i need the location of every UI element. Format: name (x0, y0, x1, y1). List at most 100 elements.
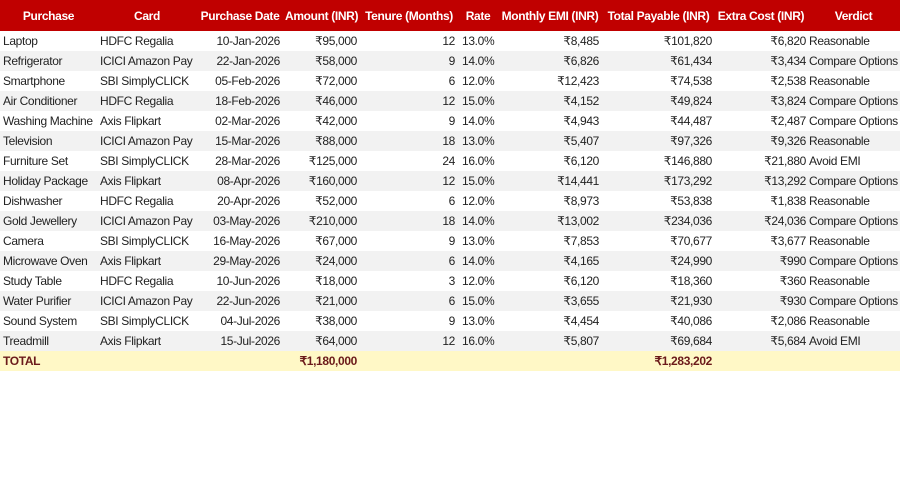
cell-total-payable[interactable]: ₹70,677 (602, 231, 715, 251)
header-verdict[interactable]: Verdict (807, 0, 900, 31)
cell-purchase-date[interactable]: 10-Jan-2026 (197, 31, 283, 51)
cell-amount[interactable]: ₹67,000 (283, 231, 360, 251)
cell-extra-cost[interactable]: ₹6,820 (715, 31, 807, 51)
cell-extra-cost[interactable]: ₹2,086 (715, 311, 807, 331)
cell-monthly-emi[interactable]: ₹8,485 (498, 31, 602, 51)
cell-card[interactable]: ICICI Amazon Pay (97, 291, 197, 311)
cell-tenure[interactable]: 6 (360, 291, 458, 311)
cell-verdict[interactable]: Reasonable (807, 131, 900, 151)
cell-purchase-date[interactable]: 20-Apr-2026 (197, 191, 283, 211)
cell-extra-cost[interactable]: ₹5,684 (715, 331, 807, 351)
total-empty-cell[interactable] (197, 351, 283, 371)
cell-purchase-date[interactable]: 22-Jan-2026 (197, 51, 283, 71)
cell-purchase-date[interactable]: 04-Jul-2026 (197, 311, 283, 331)
table-row[interactable]: Washing Machine Axis Flipkart 02-Mar-2026 ₹… (0, 111, 900, 131)
cell-extra-cost[interactable]: ₹24,036 (715, 211, 807, 231)
cell-monthly-emi[interactable]: ₹3,655 (498, 291, 602, 311)
cell-purchase[interactable]: Television (0, 131, 97, 151)
total-empty-cell[interactable] (498, 351, 602, 371)
table-row[interactable]: Smartphone SBI SimplyCLICK 05-Feb-2026 ₹72,… (0, 71, 900, 91)
cell-extra-cost[interactable]: ₹9,326 (715, 131, 807, 151)
cell-total-payable[interactable]: ₹146,880 (602, 151, 715, 171)
cell-amount[interactable]: ₹160,000 (283, 171, 360, 191)
cell-purchase[interactable]: Camera (0, 231, 97, 251)
cell-total-payable[interactable]: ₹40,086 (602, 311, 715, 331)
cell-total-payable[interactable]: ₹44,487 (602, 111, 715, 131)
cell-monthly-emi[interactable]: ₹4,943 (498, 111, 602, 131)
cell-purchase-date[interactable]: 10-Jun-2026 (197, 271, 283, 291)
cell-total-payable[interactable]: ₹18,360 (602, 271, 715, 291)
total-empty-cell[interactable] (458, 351, 498, 371)
cell-verdict[interactable]: Reasonable (807, 71, 900, 91)
cell-rate[interactable]: 15.0% (458, 291, 498, 311)
cell-tenure[interactable]: 12 (360, 171, 458, 191)
cell-card[interactable]: ICICI Amazon Pay (97, 131, 197, 151)
cell-total-payable[interactable]: ₹61,434 (602, 51, 715, 71)
cell-card[interactable]: Axis Flipkart (97, 251, 197, 271)
cell-amount[interactable]: ₹72,000 (283, 71, 360, 91)
cell-amount[interactable]: ₹125,000 (283, 151, 360, 171)
cell-purchase-date[interactable]: 02-Mar-2026 (197, 111, 283, 131)
cell-tenure[interactable]: 6 (360, 191, 458, 211)
total-empty-cell[interactable] (97, 351, 197, 371)
cell-rate[interactable]: 12.0% (458, 191, 498, 211)
table-row[interactable]: Water Purifier ICICI Amazon Pay 22-Jun-202… (0, 291, 900, 311)
cell-extra-cost[interactable]: ₹360 (715, 271, 807, 291)
header-amount[interactable]: Amount (INR) (283, 0, 360, 31)
cell-monthly-emi[interactable]: ₹5,407 (498, 131, 602, 151)
cell-amount[interactable]: ₹210,000 (283, 211, 360, 231)
cell-rate[interactable]: 12.0% (458, 71, 498, 91)
cell-purchase[interactable]: Holiday Package (0, 171, 97, 191)
cell-amount[interactable]: ₹24,000 (283, 251, 360, 271)
total-empty-cell[interactable] (715, 351, 807, 371)
table-row[interactable]: Air Conditioner HDFC Regalia 18-Feb-2026 ₹4… (0, 91, 900, 111)
cell-total-payable[interactable]: ₹53,838 (602, 191, 715, 211)
cell-amount[interactable]: ₹42,000 (283, 111, 360, 131)
cell-rate[interactable]: 13.0% (458, 231, 498, 251)
cell-verdict[interactable]: Compare Options (807, 211, 900, 231)
cell-card[interactable]: HDFC Regalia (97, 271, 197, 291)
cell-monthly-emi[interactable]: ₹14,441 (498, 171, 602, 191)
cell-tenure[interactable]: 9 (360, 111, 458, 131)
cell-purchase[interactable]: Treadmill (0, 331, 97, 351)
header-extra-cost[interactable]: Extra Cost (INR) (715, 0, 807, 31)
cell-purchase[interactable]: Smartphone (0, 71, 97, 91)
cell-amount[interactable]: ₹21,000 (283, 291, 360, 311)
cell-purchase[interactable]: Dishwasher (0, 191, 97, 211)
header-monthly-emi[interactable]: Monthly EMI (INR) (498, 0, 602, 31)
table-row[interactable]: Study Table HDFC Regalia 10-Jun-2026 ₹18,00… (0, 271, 900, 291)
cell-extra-cost[interactable]: ₹21,880 (715, 151, 807, 171)
table-row[interactable]: Treadmill Axis Flipkart 15-Jul-2026 ₹64,000… (0, 331, 900, 351)
cell-purchase[interactable]: Laptop (0, 31, 97, 51)
cell-amount[interactable]: ₹18,000 (283, 271, 360, 291)
cell-purchase-date[interactable]: 05-Feb-2026 (197, 71, 283, 91)
cell-extra-cost[interactable]: ₹1,838 (715, 191, 807, 211)
cell-total-payable[interactable]: ₹21,930 (602, 291, 715, 311)
cell-extra-cost[interactable]: ₹990 (715, 251, 807, 271)
table-row[interactable]: Gold Jewellery ICICI Amazon Pay 03-May-202… (0, 211, 900, 231)
cell-monthly-emi[interactable]: ₹4,152 (498, 91, 602, 111)
cell-verdict[interactable]: Compare Options (807, 251, 900, 271)
table-row[interactable]: Holiday Package Axis Flipkart 08-Apr-2026 ₹… (0, 171, 900, 191)
cell-extra-cost[interactable]: ₹930 (715, 291, 807, 311)
total-empty-cell[interactable] (360, 351, 458, 371)
cell-tenure[interactable]: 18 (360, 211, 458, 231)
cell-monthly-emi[interactable]: ₹7,853 (498, 231, 602, 251)
cell-purchase[interactable]: Microwave Oven (0, 251, 97, 271)
cell-tenure[interactable]: 12 (360, 91, 458, 111)
table-row[interactable]: Laptop HDFC Regalia 10-Jan-2026 ₹95,000 12 13… (0, 31, 900, 51)
cell-total-payable[interactable]: ₹49,824 (602, 91, 715, 111)
cell-purchase[interactable]: Washing Machine (0, 111, 97, 131)
cell-amount[interactable]: ₹38,000 (283, 311, 360, 331)
cell-total-payable[interactable]: ₹234,036 (602, 211, 715, 231)
cell-extra-cost[interactable]: ₹3,677 (715, 231, 807, 251)
cell-card[interactable]: SBI SimplyCLICK (97, 71, 197, 91)
table-row[interactable]: Furniture Set SBI SimplyCLICK 28-Mar-2026 ₹… (0, 151, 900, 171)
cell-card[interactable]: HDFC Regalia (97, 91, 197, 111)
cell-purchase[interactable]: Sound System (0, 311, 97, 331)
cell-rate[interactable]: 15.0% (458, 171, 498, 191)
cell-rate[interactable]: 16.0% (458, 151, 498, 171)
table-row[interactable]: Refrigerator ICICI Amazon Pay 22-Jan-2026 ₹… (0, 51, 900, 71)
cell-tenure[interactable]: 3 (360, 271, 458, 291)
cell-purchase[interactable]: Air Conditioner (0, 91, 97, 111)
